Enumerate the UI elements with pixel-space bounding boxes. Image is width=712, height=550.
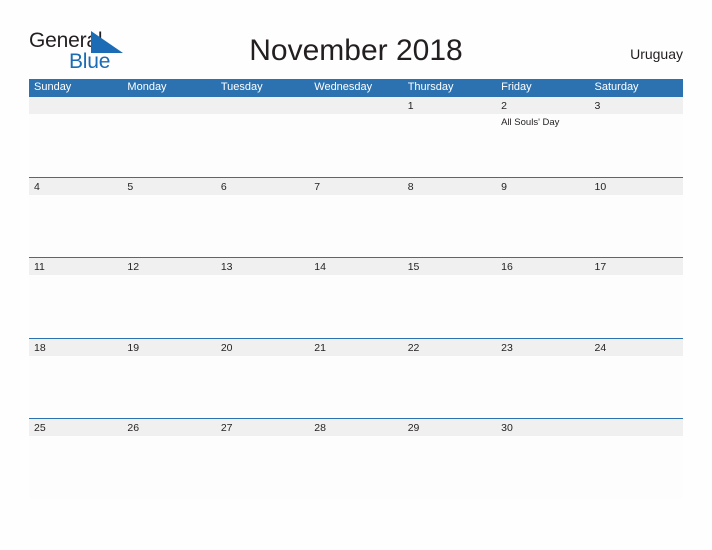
calendar-week-row: 11 12 13 14 15 16 17 bbox=[29, 257, 683, 338]
calendar-week-row: 4 5 6 7 8 9 10 bbox=[29, 176, 683, 258]
day-cell[interactable]: 30 bbox=[496, 419, 589, 499]
calendar-week-row: 25 26 27 28 29 30 bbox=[29, 418, 683, 499]
day-cell[interactable]: 19 bbox=[122, 339, 215, 419]
day-cell[interactable]: 28 bbox=[309, 419, 402, 499]
day-number: 29 bbox=[407, 422, 420, 434]
day-event-label: All Souls' Day bbox=[501, 117, 560, 128]
day-number: 11 bbox=[34, 261, 45, 273]
day-number: 2 bbox=[501, 100, 507, 112]
day-cell[interactable]: 18 bbox=[29, 339, 122, 419]
day-cell[interactable]: 4 bbox=[29, 178, 122, 258]
day-cell[interactable]: 8 bbox=[403, 178, 496, 258]
weekday-header-row: Sunday Monday Tuesday Wednesday Thursday… bbox=[29, 79, 683, 96]
day-cell[interactable]: 12 bbox=[122, 258, 215, 338]
day-number: 16 bbox=[501, 261, 513, 273]
day-cell[interactable]: 13 bbox=[216, 258, 309, 338]
day-cell[interactable]: 23 bbox=[496, 339, 589, 419]
day-cell[interactable]: 21 bbox=[309, 339, 402, 419]
day-cell[interactable]: 24 bbox=[590, 339, 683, 419]
day-cell[interactable]: 25 bbox=[29, 419, 122, 499]
day-cell[interactable]: 20 bbox=[216, 339, 309, 419]
calendar-grid: Sunday Monday Tuesday Wednesday Thursday… bbox=[29, 79, 683, 499]
day-number: 22 bbox=[407, 341, 420, 354]
day-number: 19 bbox=[127, 341, 140, 354]
day-cell[interactable]: 2 All Souls' Day bbox=[496, 97, 589, 177]
day-cell[interactable]: 22 bbox=[403, 339, 496, 419]
weekday-header-tuesday: Tuesday bbox=[220, 81, 263, 93]
day-cell[interactable]: 11 bbox=[29, 258, 122, 338]
day-number: 15 bbox=[407, 261, 420, 273]
day-cell[interactable]: 7 bbox=[309, 178, 402, 258]
day-number: 6 bbox=[220, 180, 227, 193]
day-number: 18 bbox=[34, 341, 46, 354]
day-cell[interactable]: 17 bbox=[590, 258, 683, 338]
day-cell[interactable]: 16 bbox=[496, 258, 589, 338]
day-number: 21 bbox=[314, 341, 326, 354]
day-number: 10 bbox=[594, 180, 607, 193]
weekday-header-sunday: Sunday bbox=[34, 81, 72, 93]
day-cell[interactable] bbox=[216, 97, 309, 177]
day-number: 1 bbox=[407, 100, 414, 112]
weekday-header-thursday: Thursday bbox=[407, 81, 454, 93]
day-cell[interactable] bbox=[29, 97, 122, 177]
day-cell[interactable]: 3 bbox=[590, 97, 683, 177]
day-number: 8 bbox=[407, 180, 414, 193]
calendar-week-row: 18 19 20 21 22 23 24 bbox=[29, 337, 683, 419]
day-cell[interactable]: 14 bbox=[309, 258, 402, 338]
day-cell[interactable]: 29 bbox=[403, 419, 496, 499]
page-header: General Blue November 2018 Uruguay bbox=[0, 0, 712, 78]
day-cell[interactable]: 15 bbox=[403, 258, 496, 338]
day-number: 5 bbox=[127, 180, 134, 193]
region-label: Uruguay bbox=[630, 46, 683, 62]
weekday-header-wednesday: Wednesday bbox=[314, 81, 373, 93]
day-number: 12 bbox=[127, 261, 140, 273]
day-number: 7 bbox=[314, 180, 321, 193]
day-number: 23 bbox=[501, 341, 513, 354]
day-number: 14 bbox=[314, 261, 326, 273]
day-cell[interactable] bbox=[590, 419, 683, 499]
day-number: 3 bbox=[594, 100, 601, 112]
day-cell[interactable] bbox=[309, 97, 402, 177]
calendar-page: General Blue November 2018 Uruguay Sunda… bbox=[0, 0, 712, 550]
day-number: 20 bbox=[220, 341, 233, 354]
calendar-week-row: 1 2 All Souls' Day 3 bbox=[29, 96, 683, 177]
day-number: 17 bbox=[594, 261, 607, 273]
day-number: 30 bbox=[501, 422, 513, 434]
day-cell[interactable]: 1 bbox=[403, 97, 496, 177]
day-cell[interactable]: 10 bbox=[590, 178, 683, 258]
weekday-header-saturday: Saturday bbox=[594, 81, 639, 93]
day-cell[interactable]: 5 bbox=[122, 178, 215, 258]
weekday-header-monday: Monday bbox=[127, 81, 167, 93]
day-number: 27 bbox=[220, 422, 233, 434]
day-number: 13 bbox=[220, 261, 233, 273]
day-cell[interactable]: 26 bbox=[122, 419, 215, 499]
day-cell[interactable]: 6 bbox=[216, 178, 309, 258]
day-number: 25 bbox=[34, 422, 46, 434]
day-number: 24 bbox=[594, 341, 607, 354]
day-cell[interactable]: 9 bbox=[496, 178, 589, 258]
day-cell[interactable]: 27 bbox=[216, 419, 309, 499]
day-cell[interactable] bbox=[122, 97, 215, 177]
day-number: 9 bbox=[501, 180, 507, 193]
day-number: 4 bbox=[34, 180, 40, 193]
day-number: 28 bbox=[314, 422, 326, 434]
page-title: November 2018 bbox=[249, 34, 463, 67]
weekday-header-friday: Friday bbox=[501, 81, 532, 93]
day-number: 26 bbox=[127, 422, 140, 434]
